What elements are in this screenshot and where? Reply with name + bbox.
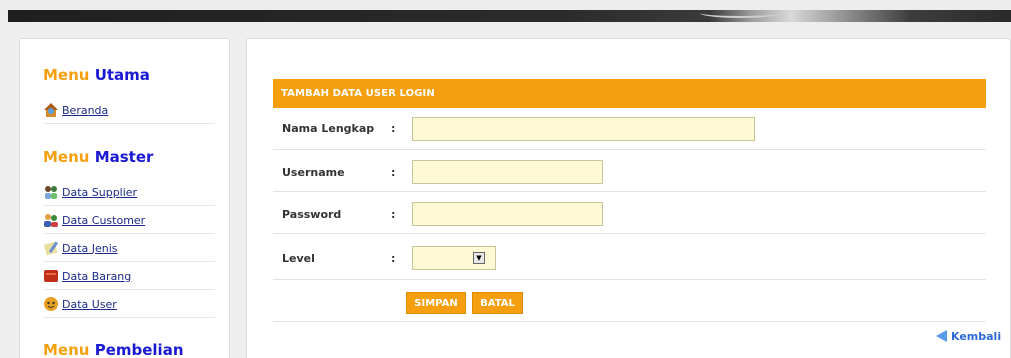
sidebar-item-data-customer[interactable]: Data Customer bbox=[43, 207, 215, 234]
banner-strip bbox=[8, 10, 1011, 22]
field-label: Level bbox=[282, 252, 315, 265]
back-arrow-icon bbox=[935, 329, 949, 343]
home-icon bbox=[43, 102, 59, 118]
field-colon: : bbox=[391, 208, 396, 221]
field-label: Nama Lengkap bbox=[282, 122, 375, 135]
main-panel: TAMBAH DATA USER LOGIN Nama Lengkap : Us… bbox=[246, 38, 1011, 358]
sidebar: Menu Utama Beranda Menu Master Data Supp… bbox=[19, 38, 230, 358]
level-select[interactable]: ▼ bbox=[412, 246, 496, 270]
form-header: TAMBAH DATA USER LOGIN bbox=[273, 79, 986, 108]
menu-title-pembelian: Menu Pembelian bbox=[43, 341, 184, 358]
form-row-password: Password : bbox=[273, 192, 986, 234]
field-colon: : bbox=[391, 252, 396, 265]
field-colon: : bbox=[391, 122, 396, 135]
barang-icon bbox=[43, 268, 59, 284]
field-label: Password bbox=[282, 208, 342, 221]
sidebar-item-beranda[interactable]: Beranda bbox=[43, 97, 215, 124]
divider bbox=[273, 321, 986, 322]
sidebar-item-data-barang[interactable]: Data Barang bbox=[43, 263, 215, 290]
menu-title-utama: Menu Utama bbox=[43, 66, 150, 84]
back-link[interactable]: Kembali bbox=[935, 329, 1001, 343]
sidebar-item-data-jenis[interactable]: Data Jenis bbox=[43, 235, 215, 262]
jenis-icon bbox=[43, 240, 59, 256]
password-input[interactable] bbox=[412, 202, 603, 226]
cancel-button[interactable]: BATAL bbox=[472, 292, 523, 314]
username-input[interactable] bbox=[412, 160, 603, 184]
save-button[interactable]: SIMPAN bbox=[406, 292, 466, 314]
menu-title-master: Menu Master bbox=[43, 148, 154, 166]
field-label: Username bbox=[282, 166, 345, 179]
form-row-level: Level : ▼ bbox=[273, 234, 986, 280]
field-colon: : bbox=[391, 166, 396, 179]
user-icon bbox=[43, 296, 59, 312]
top-banner bbox=[0, 0, 1011, 22]
banner-decoration bbox=[700, 8, 780, 18]
supplier-icon bbox=[43, 184, 59, 200]
nama-lengkap-input[interactable] bbox=[412, 117, 755, 141]
chevron-down-icon[interactable]: ▼ bbox=[473, 252, 485, 264]
form-row-nama-lengkap: Nama Lengkap : bbox=[273, 108, 986, 150]
sidebar-item-data-supplier[interactable]: Data Supplier bbox=[43, 179, 215, 206]
customer-icon bbox=[43, 212, 59, 228]
sidebar-item-data-user[interactable]: Data User bbox=[43, 291, 215, 318]
form-row-username: Username : bbox=[273, 150, 986, 192]
